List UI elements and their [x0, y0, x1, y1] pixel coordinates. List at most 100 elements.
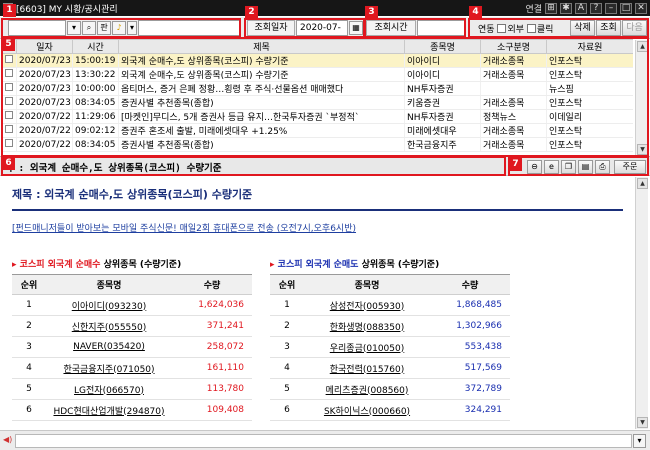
row-title[interactable]: 증권사별 추천종목(종합) — [118, 95, 405, 110]
stock-link[interactable]: 삼성전자(005930) — [304, 294, 430, 316]
delete-button[interactable]: 삭제 — [570, 20, 595, 36]
header-title[interactable]: 제목 — [118, 39, 405, 54]
row-checkbox[interactable] — [4, 125, 13, 133]
row-checkbox[interactable] — [4, 83, 13, 91]
title-controls: 연결 ⊞ ✱ A ? – □ ✕ — [525, 2, 650, 15]
stock-link[interactable]: 이아이디(093230) — [46, 294, 172, 316]
table-row[interactable]: 2020/07/23 10:00:00 옵티머스, 증거 은폐 정황…횡령 후 … — [2, 81, 633, 96]
content-scroll-up-icon[interactable]: ▲ — [637, 178, 648, 189]
stock-link[interactable]: 신한지주(055550) — [46, 315, 172, 337]
row-checkbox[interactable] — [4, 97, 13, 105]
scroll-up-icon[interactable]: ▲ — [637, 41, 648, 52]
table-row[interactable]: 2020/07/23 13:30:22 외국계 순매수,도 상위종목(코스피) … — [2, 67, 633, 82]
copy-icon[interactable]: ❐ — [561, 160, 576, 174]
settings-icon[interactable]: ✱ — [560, 2, 572, 14]
click-checkbox[interactable] — [526, 24, 536, 33]
header-stock[interactable]: 종목명 — [404, 39, 481, 54]
row-time: 13:30:22 — [72, 67, 119, 82]
save-icon[interactable]: ▤ — [578, 160, 593, 174]
row-title[interactable]: [마켓인]무디스, 5개 증권사 등급 유지…한국투자증권 `부정적` — [118, 109, 405, 124]
table-row[interactable]: 2020/07/22 11:29:06 [마켓인]무디스, 5개 증권사 등급 … — [2, 109, 633, 124]
sell-header-row: 순위 종목명 수량 — [270, 274, 510, 295]
print-icon[interactable]: ⎙ — [595, 160, 610, 174]
header-source[interactable]: 자료원 — [546, 39, 633, 54]
promo-link[interactable]: [펀드매니저들이 받아보는 모바일 주식신문! 매일2회 휴대폰으로 전송 (오… — [12, 221, 623, 234]
order-button[interactable]: 주문 — [614, 160, 646, 174]
qty-cell: 109,408 — [172, 399, 252, 421]
table-row[interactable]: 2020/07/23 15:00:19 외국계 순매수,도 상위종목(코스피) … — [2, 53, 633, 68]
search-input[interactable] — [8, 20, 66, 36]
title-bar: [6603] MY 시황/공시관리 연결 ⊞ ✱ A ? – □ ✕ — [0, 0, 650, 16]
maximize-icon[interactable]: □ — [620, 2, 632, 14]
content-scrollbar[interactable]: ▲ ▼ — [635, 177, 648, 429]
bell-dropdown-icon[interactable]: ▾ — [127, 21, 137, 35]
help-icon[interactable]: ? — [590, 2, 602, 14]
row-title[interactable]: 옵티머스, 증거 은폐 정황…횡령 후 주식·선물옵션 매매했다 — [118, 81, 405, 96]
time-input[interactable] — [417, 20, 465, 36]
buy-header-row: 순위 종목명 수량 — [12, 274, 252, 295]
dropdown-arrow-icon[interactable]: ▾ — [67, 21, 81, 35]
header-date[interactable]: 일자 — [16, 39, 73, 54]
header-category[interactable]: 소구분명 — [480, 39, 547, 54]
stock-link[interactable]: 한화생명(088350) — [304, 315, 430, 337]
calendar-icon[interactable]: ▦ — [349, 21, 363, 35]
row-source: 인포스탁 — [546, 95, 633, 110]
minimize-icon[interactable]: – — [605, 2, 617, 14]
close-icon[interactable]: ✕ — [635, 2, 647, 14]
stock-link[interactable]: NAVER(035420) — [46, 336, 172, 358]
query-button[interactable]: 조회 — [596, 20, 621, 36]
header-time[interactable]: 시간 — [72, 39, 119, 54]
speaker-icon[interactable]: ◀) — [3, 435, 12, 444]
buy-title-suffix: 상위종목 (수량기준) — [100, 260, 182, 270]
row-checkbox[interactable] — [4, 55, 13, 63]
stock-link[interactable]: 우리종금(010050) — [304, 336, 430, 358]
stock-link[interactable]: 한국금융지주(071050) — [46, 357, 172, 379]
table-row: 1 이아이디(093230) 1,624,036 — [12, 294, 252, 316]
content-scroll-down-icon[interactable]: ▼ — [637, 417, 648, 428]
ie-icon[interactable]: e — [544, 160, 559, 174]
table-row: 2 한화생명(088350) 1,302,966 — [270, 315, 510, 337]
sell-title-prefix: 코스피 외국계 순매도 — [277, 260, 359, 270]
table-row: 3 NAVER(035420) 258,072 — [12, 336, 252, 358]
row-source: 인포스탁 — [546, 67, 633, 82]
pin-icon[interactable]: ⊞ — [545, 2, 557, 14]
row-time: 15:00:19 — [72, 53, 119, 68]
link-label[interactable]: 연결 — [525, 2, 542, 15]
stock-link[interactable]: 한국전력(015760) — [304, 357, 430, 379]
table-row[interactable]: 2020/07/22 09:02:12 증권주 혼조세 출발, 미래에셋대우 +… — [2, 123, 633, 138]
date-input[interactable]: 2020-07-23 — [296, 20, 348, 47]
news-list: 일자 시간 제목 종목명 소구분명 자료원 2020/07/23 15:00:1… — [2, 39, 633, 156]
buy-header-rank: 순위 — [12, 274, 46, 295]
bell-icon[interactable]: ♪ — [112, 21, 126, 35]
stock-link[interactable]: SK하이닉스(000660) — [304, 399, 430, 421]
scroll-down-icon[interactable]: ▼ — [637, 144, 648, 155]
row-title[interactable]: 증권주 혼조세 출발, 미래에셋대우 +1.25% — [118, 123, 405, 138]
badge-2: 2 — [245, 6, 258, 19]
pan-button[interactable]: 판 — [97, 21, 111, 35]
row-category: 거래소종목 — [480, 67, 547, 82]
stock-link[interactable]: LG전자(066570) — [46, 378, 172, 400]
minus-icon[interactable]: ⊖ — [527, 160, 542, 174]
stock-link[interactable]: HDC현대산업개발(294870) — [46, 399, 172, 421]
stock-link[interactable]: 메리츠증권(008560) — [304, 378, 430, 400]
row-checkbox[interactable] — [4, 139, 13, 147]
table-row[interactable]: 2020/07/23 08:34:05 증권사별 추천종목(종합) 키움증권 거… — [2, 95, 633, 110]
link-toggle-label: 연동 — [478, 25, 495, 35]
search-icon[interactable]: ⌕ — [82, 21, 96, 35]
buy-ranking-table: 순위 종목명 수량 1 이아이디(093230) 1,624,036 2 신한지주(0… — [12, 274, 252, 421]
row-checkbox[interactable] — [4, 69, 13, 77]
table-row: 2 신한지주(055550) 371,241 — [12, 315, 252, 337]
table-row[interactable]: 2020/07/22 08:34:05 증권사별 추천종목(종합) 한국금융지주… — [2, 137, 633, 152]
status-dropdown-icon[interactable]: ▾ — [633, 434, 646, 448]
row-title[interactable]: 외국계 순매수,도 상위종목(코스피) 수량기준 — [118, 67, 405, 82]
row-title[interactable]: 외국계 순매수,도 상위종목(코스피) 수량기준 — [118, 53, 405, 68]
row-checkbox[interactable] — [4, 111, 13, 119]
sell-header-stock: 종목명 — [304, 274, 430, 295]
row-title[interactable]: 증권사별 추천종목(종합) — [118, 137, 405, 152]
font-size-icon[interactable]: A — [575, 2, 587, 14]
outside-checkbox[interactable] — [497, 24, 507, 33]
click-label: 클릭 — [536, 25, 554, 35]
link-toggle: 연동 외부 클릭 — [478, 22, 553, 35]
list-scrollbar[interactable]: ▲ ▼ — [635, 40, 648, 156]
next-button[interactable]: 다음 — [622, 20, 647, 36]
